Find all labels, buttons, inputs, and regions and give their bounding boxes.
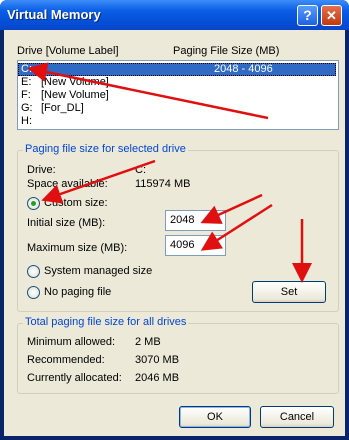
maximum-size-input[interactable]: 4096	[165, 235, 226, 256]
drive-letter: F:	[21, 89, 31, 101]
custom-size-radio[interactable]	[27, 197, 40, 210]
drive-list[interactable]: C: 2048 - 4096 E: [New Volume] F: [New V…	[17, 60, 339, 130]
drive-row-e[interactable]: E: [New Volume]	[18, 76, 336, 89]
drive-letter: H:	[21, 115, 32, 127]
drive-row-g[interactable]: G: [For_DL]	[18, 102, 336, 115]
help-icon: ?	[303, 7, 312, 23]
recommended-label: Recommended:	[27, 354, 105, 366]
drive-volume-label: [New Volume]	[41, 89, 109, 101]
currently-allocated-value: 2046 MB	[135, 372, 180, 384]
maximum-size-label: Maximum size (MB):	[27, 242, 128, 254]
window-title: Virtual Memory	[7, 7, 101, 22]
cancel-button[interactable]: Cancel	[260, 406, 334, 428]
minimum-allowed-label: Minimum allowed:	[27, 336, 116, 348]
drive-letter: C:	[21, 63, 32, 75]
ok-button-label: OK	[207, 411, 223, 423]
total-paging-group-title: Total paging file size for all drives	[23, 316, 189, 328]
currently-allocated-label: Currently allocated:	[27, 372, 122, 384]
space-available-value: 115974 MB	[135, 178, 191, 190]
drive-volume-label: [New Volume]	[41, 76, 109, 88]
paging-size-column-header: Paging File Size (MB)	[173, 45, 280, 57]
dialog-body: Drive [Volume Label] Paging File Size (M…	[4, 30, 345, 436]
maximum-size-value: 4096	[170, 239, 195, 251]
minimum-allowed-value: 2 MB	[135, 336, 161, 348]
no-paging-radio[interactable]	[27, 286, 40, 299]
help-button[interactable]: ?	[297, 5, 318, 26]
set-button-label: Set	[280, 286, 298, 298]
drive-column-header: Drive [Volume Label]	[17, 45, 119, 57]
space-available-label: Space available:	[27, 178, 108, 190]
close-icon: ✕	[326, 8, 337, 23]
ok-button[interactable]: OK	[179, 406, 251, 428]
set-button[interactable]: Set	[252, 281, 326, 303]
system-managed-label: System managed size	[44, 265, 153, 277]
drive-row-c[interactable]: C: 2048 - 4096	[18, 63, 336, 76]
title-bar[interactable]: Virtual Memory ? ✕	[0, 0, 349, 30]
recommended-value: 3070 MB	[135, 354, 180, 366]
initial-size-label: Initial size (MB):	[27, 217, 106, 229]
selected-drive-group-title: Paging file size for selected drive	[23, 143, 188, 155]
close-button[interactable]: ✕	[321, 5, 342, 26]
drive-value: C:	[135, 164, 146, 176]
system-managed-radio[interactable]	[27, 265, 40, 278]
initial-size-value: 2048	[170, 214, 195, 226]
drive-volume-label: [For_DL]	[41, 102, 84, 114]
cancel-button-label: Cancel	[279, 411, 315, 423]
drive-letter: G:	[21, 102, 33, 114]
initial-size-input[interactable]: 2048	[165, 210, 226, 231]
drive-size: 2048 - 4096	[214, 63, 273, 75]
custom-size-label: Custom size:	[44, 197, 108, 209]
radio-selected-dot	[31, 201, 36, 206]
drive-label: Drive:	[27, 164, 56, 176]
no-paging-label: No paging file	[44, 286, 112, 298]
drive-letter: E:	[21, 76, 32, 88]
virtual-memory-window: Virtual Memory ? ✕ Drive [Volume Label] …	[0, 0, 349, 440]
drive-row-h[interactable]: H:	[18, 115, 336, 128]
drive-row-f[interactable]: F: [New Volume]	[18, 89, 336, 102]
